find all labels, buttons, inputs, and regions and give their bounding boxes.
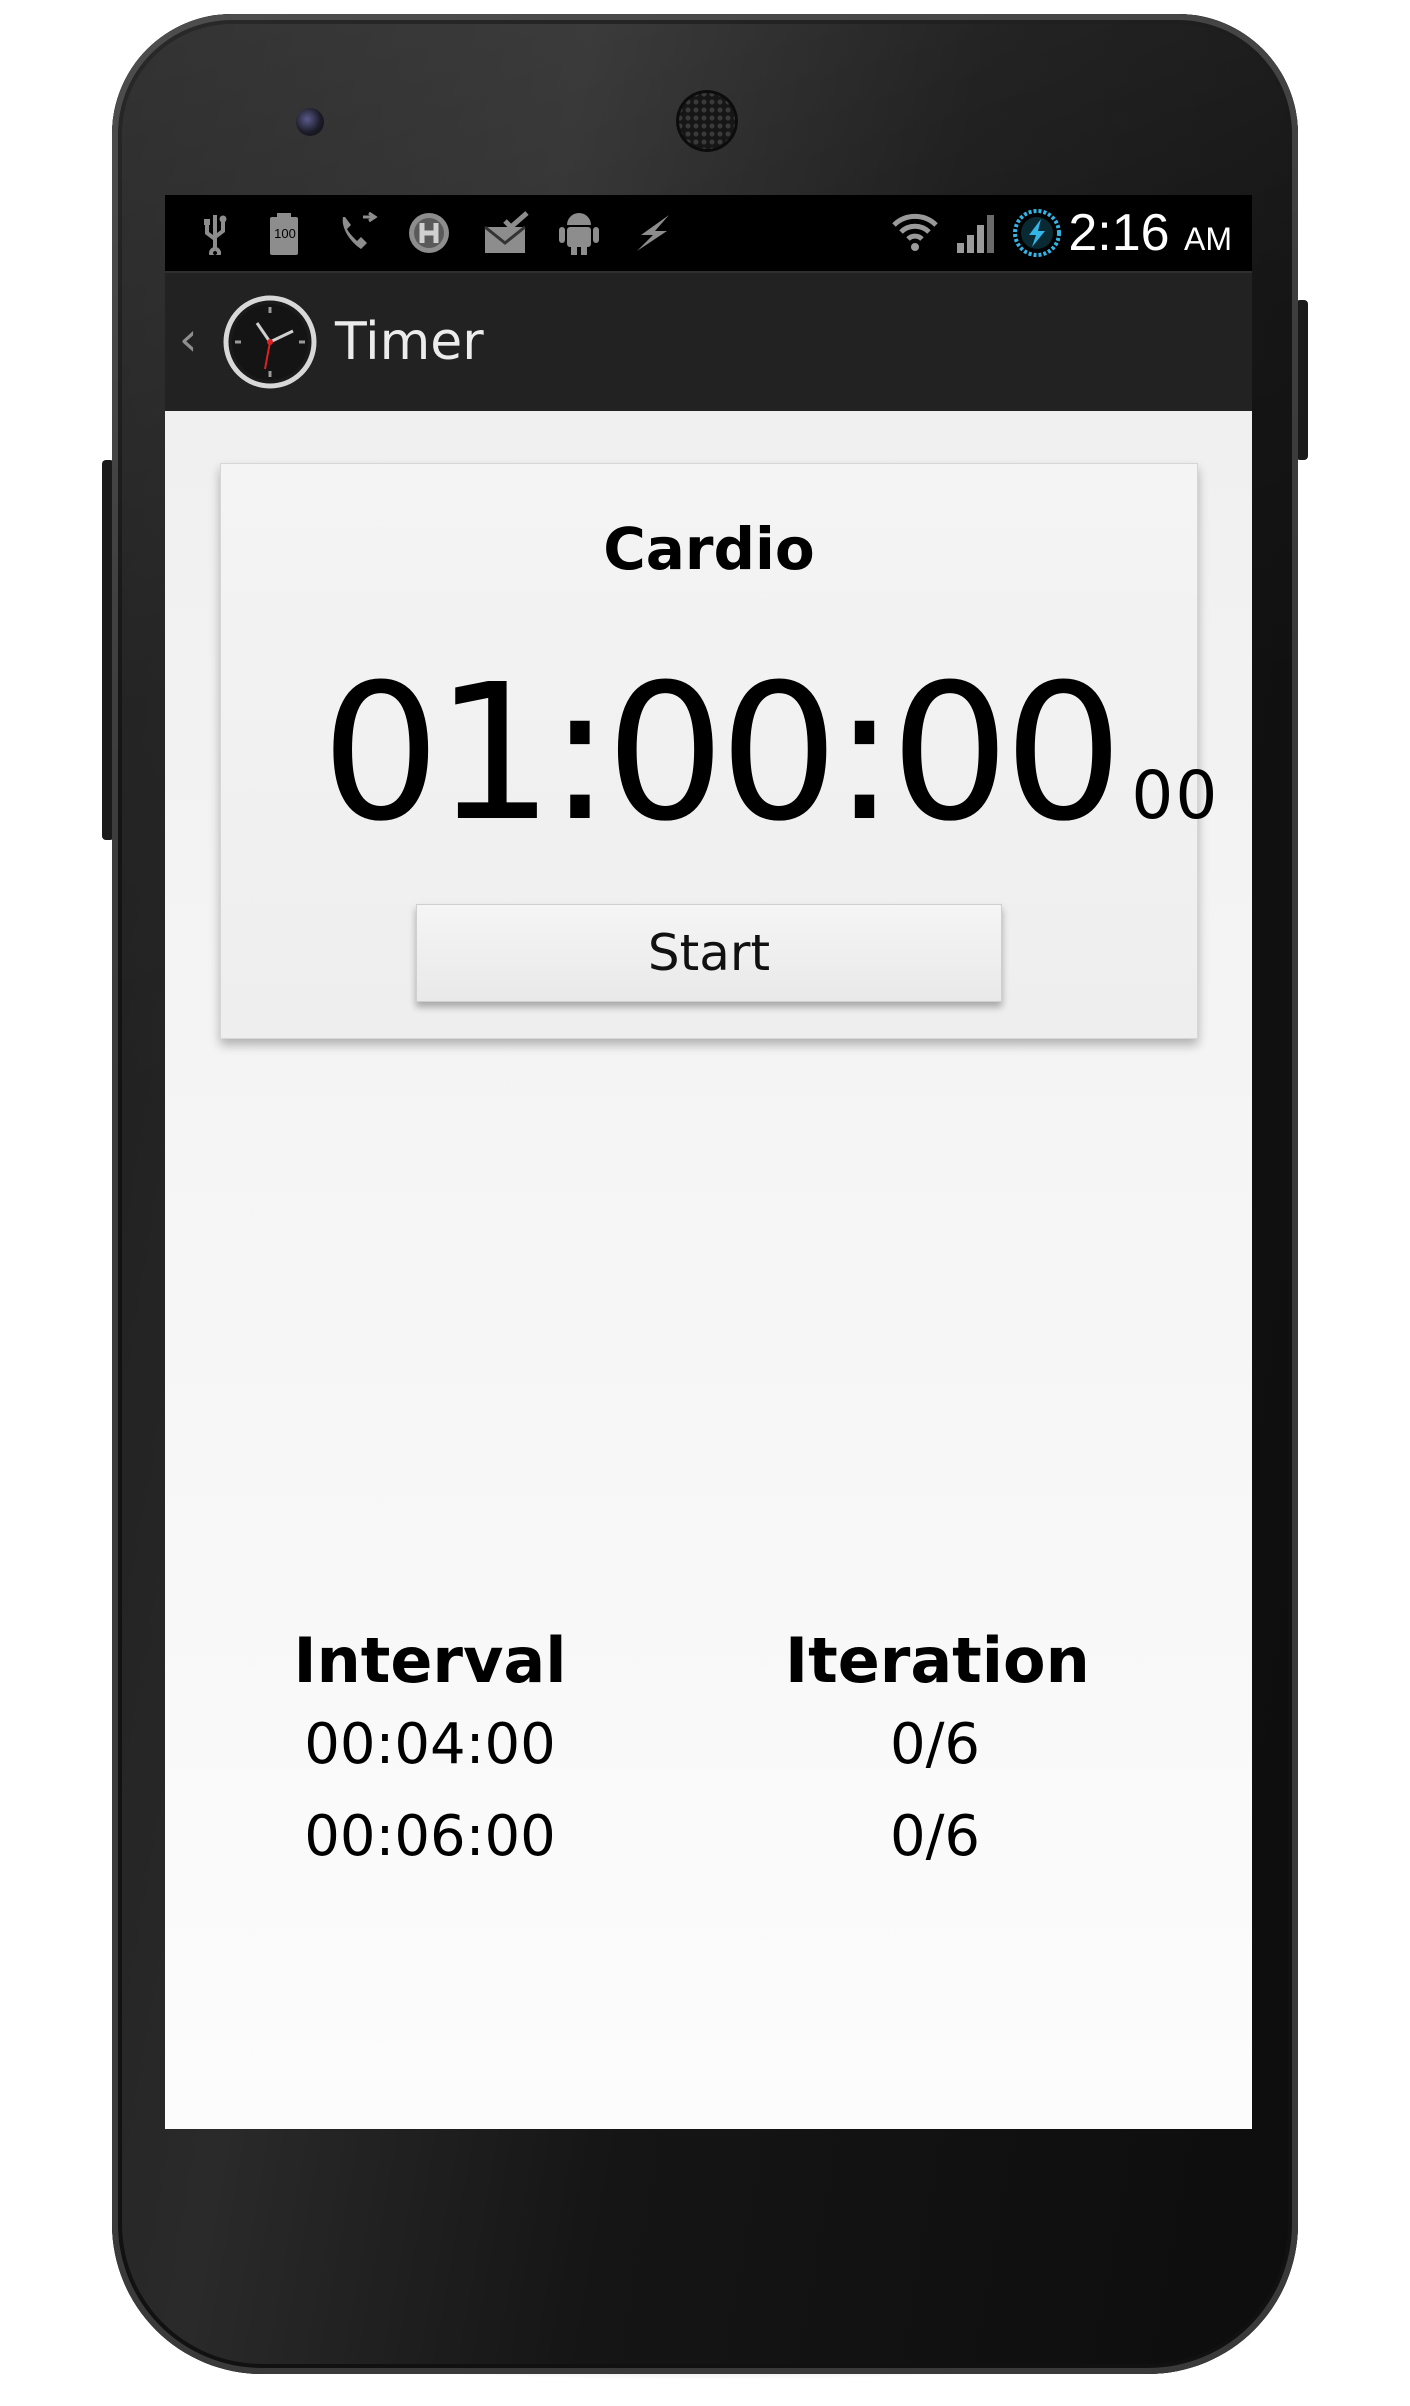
- flash-icon: [631, 211, 675, 255]
- phone-call-icon: [335, 211, 379, 255]
- android-icon: [557, 211, 601, 255]
- timer-main-value: 01:00:00: [321, 644, 1123, 863]
- status-clock: 2:16 AM: [1068, 203, 1232, 269]
- timer-hundredths: 00: [1131, 757, 1220, 834]
- interval-cell: 00:04:00: [304, 1712, 556, 1777]
- interval-column: Interval 00:04:00 00:06:00: [285, 1621, 575, 1873]
- back-caret-icon[interactable]: ‹: [179, 309, 197, 369]
- device-mockup: 100 2:16 AM ‹ Timer Cardio 01:00:00 00 S…: [0, 0, 1410, 2406]
- iteration-column: Iteration 0/6 0/6: [785, 1621, 1090, 1873]
- status-time-value: 2:16: [1068, 204, 1170, 262]
- action-bar: ‹ Timer: [165, 271, 1252, 411]
- app-title: Timer: [335, 312, 484, 372]
- iteration-cell: 0/6: [889, 1804, 981, 1869]
- timer-card: Cardio 01:00:00 00 Start: [220, 463, 1217, 1039]
- battery-level-label: 100: [274, 226, 296, 241]
- wifi-icon: [890, 211, 940, 255]
- timer-name: Cardio: [603, 515, 815, 583]
- screen: 100 2:16 AM ‹ Timer Cardio 01:00:00 00 S…: [165, 195, 1252, 2129]
- iteration-header: Iteration: [785, 1624, 1090, 1697]
- battery-full-icon: 100: [265, 211, 305, 255]
- status-ampm: AM: [1184, 221, 1232, 257]
- charging-ring-icon: [1011, 209, 1063, 257]
- light-sensor: [1112, 112, 1128, 128]
- status-bar: 100 2:16 AM: [165, 195, 1252, 271]
- content-area: Cardio 01:00:00 00 Start Interval 00:04:0…: [165, 411, 1252, 2129]
- interval-header: Interval: [293, 1624, 567, 1697]
- earpiece-speaker: [676, 90, 738, 152]
- h-badge-icon: [405, 211, 453, 255]
- usb-icon: [195, 211, 235, 259]
- start-button[interactable]: Start: [416, 904, 1002, 1002]
- timer-display: 01:00:00 00: [321, 660, 1220, 886]
- front-camera: [296, 108, 324, 136]
- signal-icon: [955, 211, 1001, 255]
- mail-check-icon: [483, 211, 531, 255]
- interval-cell: 00:06:00: [304, 1804, 556, 1869]
- proximity-sensor: [1075, 112, 1091, 128]
- clock-icon[interactable]: [221, 293, 319, 391]
- iteration-cell: 0/6: [889, 1712, 981, 1777]
